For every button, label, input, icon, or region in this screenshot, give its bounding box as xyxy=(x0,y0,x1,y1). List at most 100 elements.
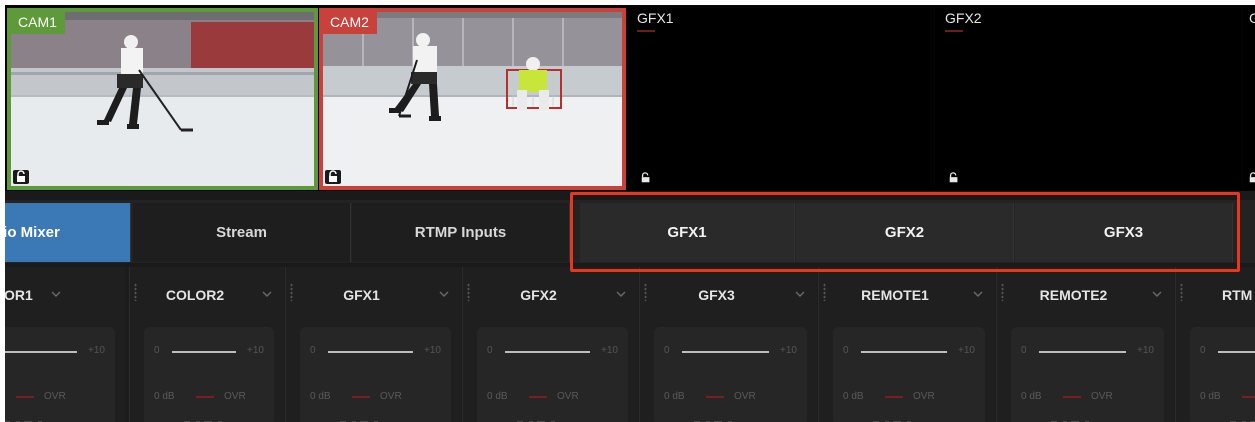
volume-slider[interactable]: 0 +10 xyxy=(5,345,111,359)
db-readout: 0 dB xyxy=(1021,391,1042,402)
audio-level-indicator xyxy=(637,30,655,32)
tile-label: G xyxy=(1249,10,1255,26)
lock-icon[interactable] xyxy=(325,170,341,184)
slider-max-label: +10 xyxy=(247,345,264,356)
chevron-down-icon[interactable] xyxy=(51,289,61,299)
slider-track[interactable] xyxy=(861,351,947,353)
mixer-channel-7: REMOTE2 0 +10 0 dB OVR xyxy=(996,267,1174,422)
slider-track[interactable] xyxy=(1039,351,1126,353)
slider-track[interactable] xyxy=(172,351,236,353)
tile-label: GFX2 xyxy=(945,10,982,26)
tab-rtmp-inputs[interactable]: RTMP Inputs xyxy=(352,203,570,262)
db-readout: 0 dB xyxy=(154,391,175,402)
level-meter: 0 dB OVR xyxy=(148,391,270,403)
volume-slider[interactable]: 0 +10 xyxy=(148,345,270,359)
tile-label: GFX1 xyxy=(637,10,674,26)
slider-max-label: +10 xyxy=(601,345,618,356)
level-meter: 0 dB OVR xyxy=(658,391,803,403)
slider-min-label: 0 xyxy=(310,345,316,356)
channel-name: GFX2 xyxy=(520,287,557,303)
ovr-label: OVR xyxy=(224,391,246,402)
tile-gfx2[interactable]: GFX2 xyxy=(935,8,1242,190)
chevron-down-icon[interactable] xyxy=(795,289,805,299)
ovr-label: OVR xyxy=(1091,391,1113,402)
chevron-down-icon[interactable] xyxy=(616,289,626,299)
volume-slider[interactable]: 0 +10 xyxy=(658,345,803,359)
channel-controls: 0 +10 0 dB OVR xyxy=(5,327,115,422)
tile-label: CAM2 xyxy=(323,12,377,34)
audio-mixer-panel: OR1 0 +10 0 dB OVR COLOR2 xyxy=(5,267,1255,422)
slider-max-label: +10 xyxy=(1137,345,1154,356)
tab-label: lio Mixer xyxy=(5,224,60,241)
mixer-channel-3: GFX1 0 +10 0 dB OVR xyxy=(285,267,461,422)
channel-name: RTM xyxy=(1222,287,1253,303)
volume-slider[interactable]: 0 +10 xyxy=(481,345,624,359)
cam2-video-frame xyxy=(323,12,622,186)
chevron-down-icon[interactable] xyxy=(439,289,449,299)
clip-indicator xyxy=(885,396,903,398)
meter-scale xyxy=(684,417,744,422)
drag-handle-icon[interactable] xyxy=(1180,283,1183,301)
channel-controls: 0 0 dB xyxy=(1190,327,1255,422)
tile-cam1[interactable]: CAM1 xyxy=(7,8,318,190)
tab-gfx3[interactable]: GFX3 xyxy=(1015,203,1233,262)
chevron-down-icon[interactable] xyxy=(973,289,983,299)
channel-controls: 0 +10 0 dB OVR xyxy=(833,327,985,422)
level-meter: 0 dB OVR xyxy=(481,391,624,403)
mixer-channel-1: OR1 0 +10 0 dB OVR xyxy=(5,267,125,422)
lock-icon[interactable] xyxy=(13,170,29,184)
chevron-down-icon[interactable] xyxy=(262,289,272,299)
channel-controls: 0 +10 0 dB OVR xyxy=(300,327,451,422)
volume-slider[interactable]: 0 +10 xyxy=(837,345,981,359)
level-meter: 0 dB OVR xyxy=(5,391,111,403)
slider-max-label: +10 xyxy=(780,345,797,356)
db-readout: 0 dB xyxy=(1200,391,1221,402)
slider-track[interactable] xyxy=(1218,351,1255,353)
meter-scale xyxy=(1220,417,1255,422)
meter-scale xyxy=(174,417,234,422)
slider-min-label: 0 xyxy=(843,345,849,356)
meter-scale xyxy=(330,417,390,422)
tab-audio-mixer[interactable]: lio Mixer xyxy=(5,203,131,262)
slider-min-label: 0 xyxy=(487,345,493,356)
ovr-label: OVR xyxy=(44,391,66,402)
level-meter: 0 dB xyxy=(1194,391,1255,403)
tab-label: GFX3 xyxy=(1103,224,1144,241)
slider-track[interactable] xyxy=(505,351,590,353)
volume-slider[interactable]: 0 +10 xyxy=(304,345,447,359)
tab-label: GFX1 xyxy=(667,224,707,241)
slider-min-label: 0 xyxy=(664,345,670,356)
channel-name: COLOR2 xyxy=(165,287,225,303)
volume-slider[interactable]: 0 +10 xyxy=(1015,345,1160,359)
tile-cam2[interactable]: CAM2 xyxy=(319,8,626,190)
slider-track[interactable] xyxy=(682,351,769,353)
ovr-label: OVR xyxy=(734,391,756,402)
lock-icon[interactable] xyxy=(947,172,961,184)
clip-indicator xyxy=(1063,396,1081,398)
mixer-channel-5: GFX3 0 +10 0 dB OVR xyxy=(639,267,817,422)
slider-track[interactable] xyxy=(5,351,77,353)
lock-icon[interactable] xyxy=(639,172,653,184)
tab-gfx1[interactable]: GFX1 xyxy=(580,203,795,262)
level-meter: 0 dB OVR xyxy=(304,391,447,403)
tab-gfx2[interactable]: GFX2 xyxy=(796,203,1014,262)
tile-gfx1[interactable]: GFX1 xyxy=(627,8,934,190)
mixer-channel-4: GFX2 0 +10 0 dB OVR xyxy=(462,267,638,422)
db-readout: 0 dB xyxy=(487,391,508,402)
screenshot-stage: CAM1 CAM2 GFX1 GFX2 G lio Mixer Stream R… xyxy=(0,0,1255,422)
slider-track[interactable] xyxy=(328,351,413,353)
tile-gfx3[interactable]: G xyxy=(1243,8,1255,190)
ovr-label: OVR xyxy=(557,391,579,402)
audio-level-indicator xyxy=(945,30,963,32)
tab-stream[interactable]: Stream xyxy=(133,203,351,262)
clip-indicator xyxy=(1242,396,1255,398)
mixer-channel-8: RTM 0 0 dB xyxy=(1175,267,1255,422)
multiview: CAM1 CAM2 GFX1 GFX2 G xyxy=(5,5,1255,191)
volume-slider[interactable]: 0 xyxy=(1194,345,1255,359)
panel-tab-bar: lio Mixer Stream RTMP Inputs GFX1 GFX2 G… xyxy=(5,200,1255,263)
lock-icon[interactable] xyxy=(1247,172,1255,184)
chevron-down-icon[interactable] xyxy=(1152,289,1162,299)
clip-indicator xyxy=(16,396,34,398)
clip-indicator xyxy=(352,396,370,398)
level-meter: 0 dB OVR xyxy=(837,391,981,403)
